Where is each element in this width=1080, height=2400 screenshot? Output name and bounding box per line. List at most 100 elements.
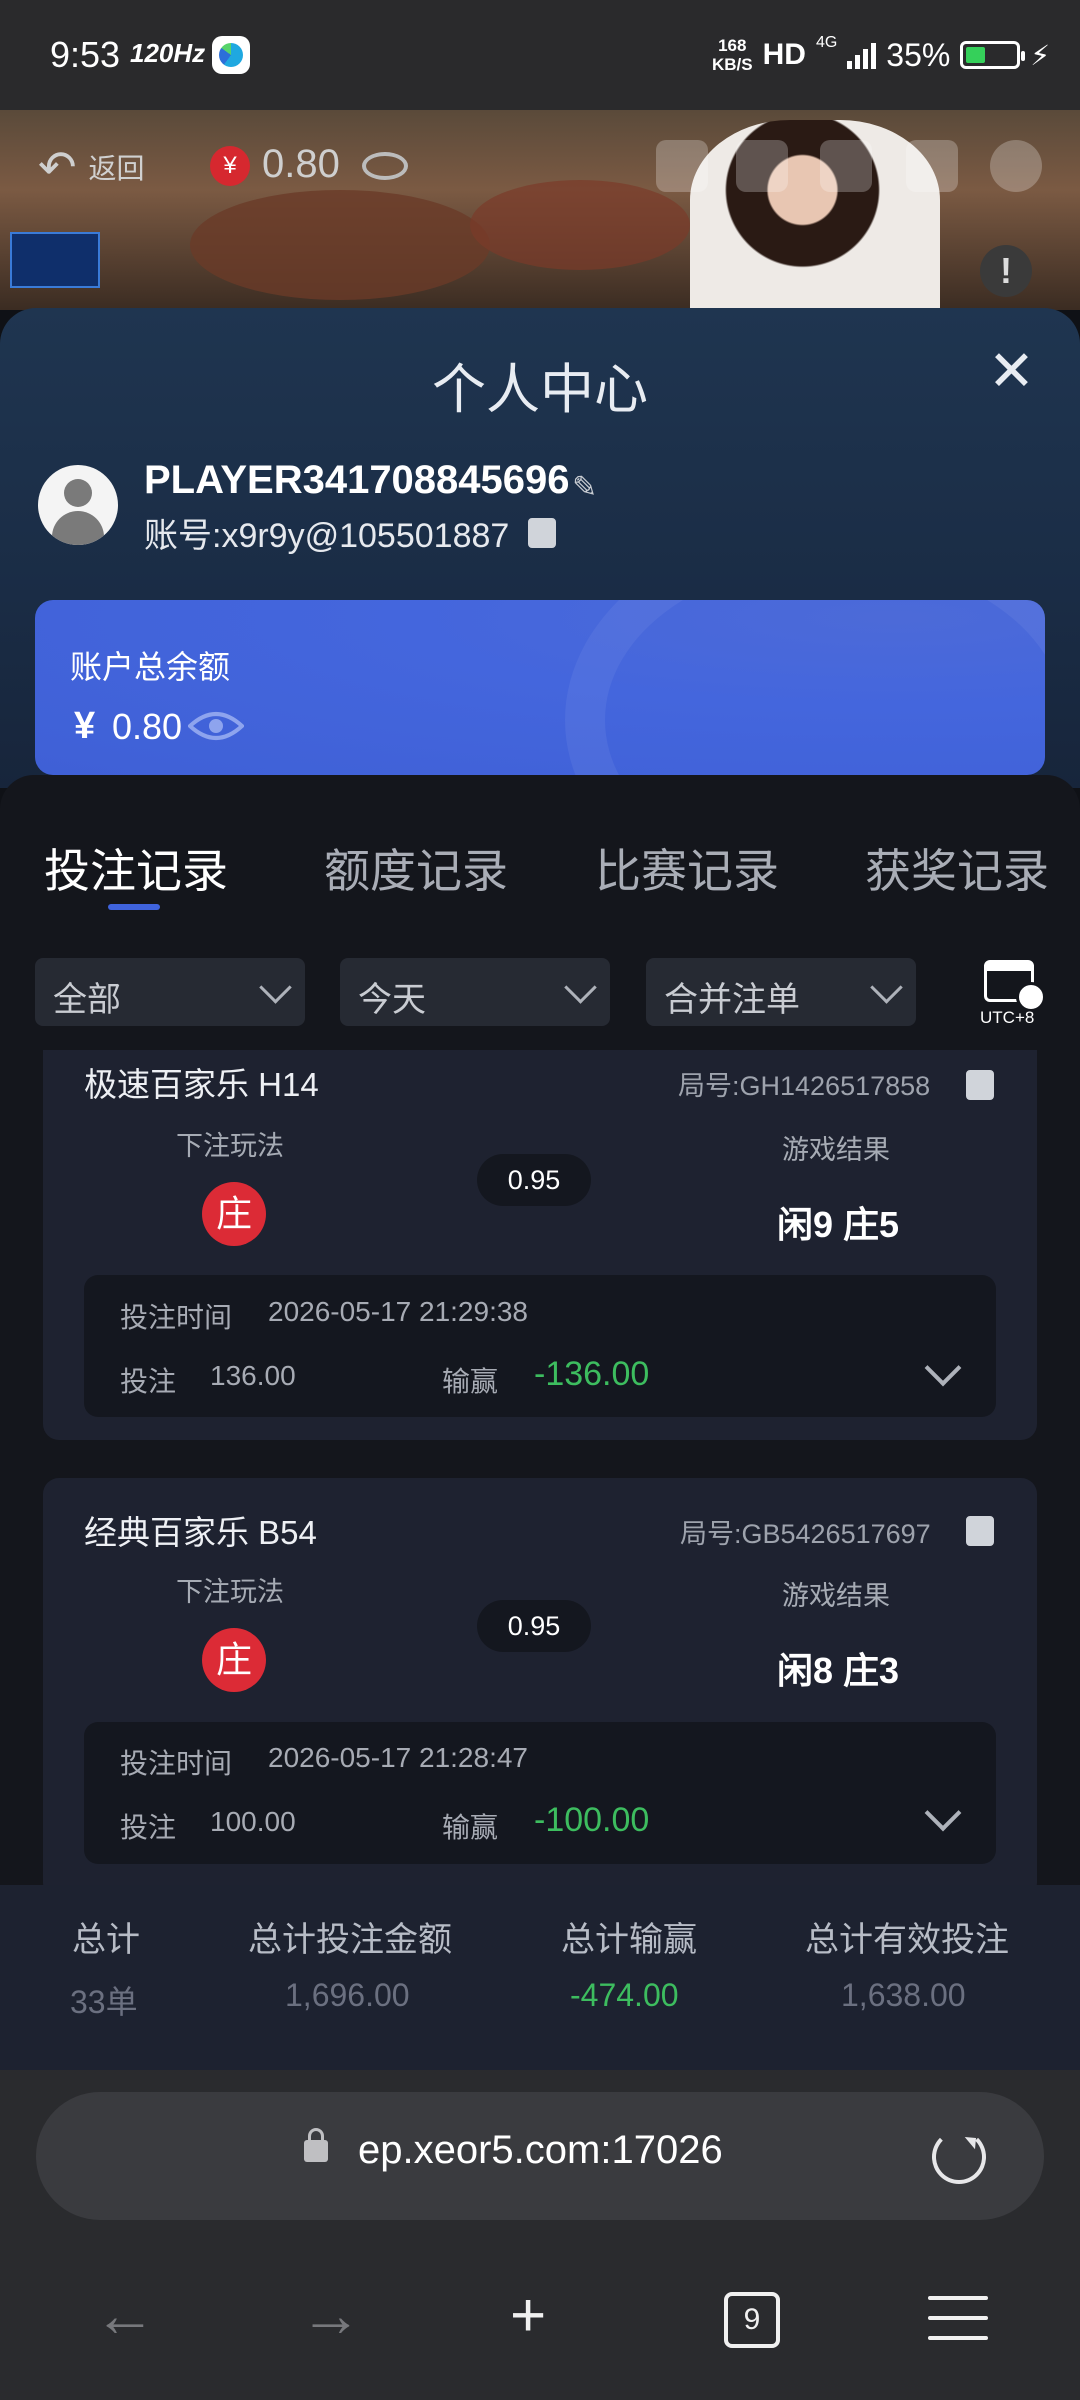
records-list[interactable]: 极速百家乐 H14 局号:GH1426517858 下注玩法 庄 0.95 游戏…: [0, 1050, 1080, 1885]
video-balance: 0.80: [262, 142, 340, 186]
back-label: 返回: [88, 153, 145, 184]
reload-icon[interactable]: [932, 2130, 986, 2184]
tab-bet-records[interactable]: 投注记录: [44, 835, 228, 901]
copy-icon[interactable]: [528, 518, 556, 548]
balance-currency: ¥: [74, 705, 96, 747]
result-label: 游戏结果: [782, 1581, 890, 1611]
lock-icon: [304, 2128, 328, 2162]
bet-time: 2026-05-17 21:29:38: [268, 1296, 528, 1327]
eye-icon[interactable]: [362, 152, 408, 180]
close-icon[interactable]: ✕: [988, 338, 1035, 404]
total-valid: 1,638.00: [841, 1977, 966, 2013]
video-table: [190, 190, 490, 300]
hd-label: HD: [762, 38, 806, 71]
tab-indicator: [108, 904, 160, 910]
time-label: 投注时间: [120, 1748, 233, 1779]
video-sign: [10, 232, 100, 288]
total-winloss-label: 总计输赢: [561, 1921, 697, 1959]
timezone-label: UTC+8: [980, 1008, 1035, 1027]
tab-count-button[interactable]: 9: [724, 2292, 780, 2348]
alert-icon[interactable]: !: [980, 245, 1032, 297]
odds-pill: 0.95: [477, 1154, 591, 1206]
total-stake-label: 总计投注金额: [248, 1921, 452, 1959]
sound-icon[interactable]: [820, 140, 872, 192]
total-valid-label: 总计有效投注: [805, 1921, 1009, 1959]
chevron-down-icon: [870, 971, 903, 1004]
filter-type-value: 全部: [53, 981, 121, 1019]
battery-icon: [960, 41, 1026, 69]
tab-match-records[interactable]: 比赛记录: [595, 835, 779, 901]
copy-icon[interactable]: [966, 1070, 994, 1100]
video-dealer: [690, 120, 940, 310]
record-round: 局号:GH1426517858: [678, 1071, 931, 1101]
winloss-value: -100.00: [534, 1801, 650, 1839]
status-right: 168 KB/S HD 4G 35% ⚡: [712, 30, 1050, 80]
video-table: [470, 180, 690, 270]
filter-mode-value: 合并注单: [664, 981, 800, 1019]
account-id: 账号:x9r9y@105501887: [144, 508, 509, 557]
currency-icon: ¥: [210, 146, 250, 186]
status-time: 9:53: [50, 34, 121, 75]
game-result: 闲8 庄3: [777, 1650, 900, 1691]
record-game: 经典百家乐 B54: [84, 1514, 317, 1551]
bet-type-label: 下注玩法: [176, 1577, 284, 1607]
tab-credit-records[interactable]: 额度记录: [324, 835, 508, 901]
winloss-label: 输赢: [442, 1366, 499, 1397]
balance-label: 账户总余额: [70, 649, 231, 685]
filter-date-select[interactable]: 今天: [340, 958, 610, 1026]
eye-icon[interactable]: [188, 710, 244, 742]
refresh-rate: 120Hz: [130, 38, 206, 68]
record-game: 极速百家乐 H14: [84, 1066, 319, 1103]
copy-icon[interactable]: [966, 1516, 994, 1546]
speed-unit: KB/S: [711, 55, 753, 74]
bet-side-badge: 庄: [202, 1628, 266, 1692]
filter-mode-select[interactable]: 合并注单: [646, 958, 916, 1026]
winloss-value: -136.00: [534, 1355, 650, 1393]
total-winloss: -474.00: [570, 1977, 679, 2013]
roadmap-icon[interactable]: [656, 140, 708, 192]
username: PLAYER341708845696: [144, 458, 570, 502]
stake-value: 136.00: [210, 1360, 296, 1391]
edge-app-icon: [212, 36, 250, 74]
edit-icon[interactable]: ✎: [572, 470, 597, 505]
layout-icon[interactable]: [906, 140, 958, 192]
filter-type-select[interactable]: 全部: [35, 958, 305, 1026]
account-value: x9r9y@105501887: [221, 517, 510, 555]
menu-icon[interactable]: [928, 2296, 988, 2340]
total-stake: 1,696.00: [285, 1977, 410, 2013]
signal-icon: [847, 41, 877, 69]
forward-nav-icon[interactable]: →: [300, 2280, 362, 2351]
back-nav-icon[interactable]: ←: [94, 2280, 156, 2351]
stake-value: 100.00: [210, 1806, 296, 1837]
panel-title: 个人中心: [432, 360, 648, 420]
odds-pill: 0.95: [477, 1600, 591, 1652]
total-count-label: 总计: [72, 1921, 140, 1959]
result-label: 游戏结果: [782, 1135, 890, 1165]
game-result: 闲9 庄5: [777, 1204, 900, 1245]
winloss-label: 输赢: [442, 1812, 499, 1843]
chevron-down-icon: [259, 971, 292, 1004]
time-label: 投注时间: [120, 1302, 233, 1333]
status-bar: 9:53 120Hz 168 KB/S HD 4G 35% ⚡: [0, 0, 1080, 110]
new-tab-icon[interactable]: +: [510, 2280, 546, 2351]
record-round: 局号:GB5426517697: [680, 1519, 931, 1549]
bet-type-label: 下注玩法: [176, 1131, 284, 1161]
back-arrow-icon: ↶: [38, 141, 77, 193]
stats-icon[interactable]: [736, 140, 788, 192]
bet-side-badge: 庄: [202, 1182, 266, 1246]
speed-value: 168: [718, 36, 747, 55]
account-label: 账号:: [144, 517, 222, 555]
tab-prize-records[interactable]: 获奖记录: [865, 835, 1049, 901]
balance-amount: 0.80: [112, 706, 183, 747]
stake-label: 投注: [120, 1366, 177, 1397]
back-button[interactable]: ↶ 返回: [38, 140, 145, 194]
total-count: 33单: [70, 1984, 138, 2020]
url-text[interactable]: ep.xeor5.com:17026: [358, 2128, 723, 2173]
charging-icon: ⚡: [1030, 39, 1050, 71]
avatar[interactable]: [38, 465, 118, 545]
bet-time: 2026-05-17 21:28:47: [268, 1742, 528, 1773]
battery-percent: 35%: [886, 36, 951, 73]
filter-date-value: 今天: [358, 981, 426, 1019]
expand-icon[interactable]: [990, 140, 1042, 192]
network-speed: 168 KB/S: [712, 36, 753, 74]
